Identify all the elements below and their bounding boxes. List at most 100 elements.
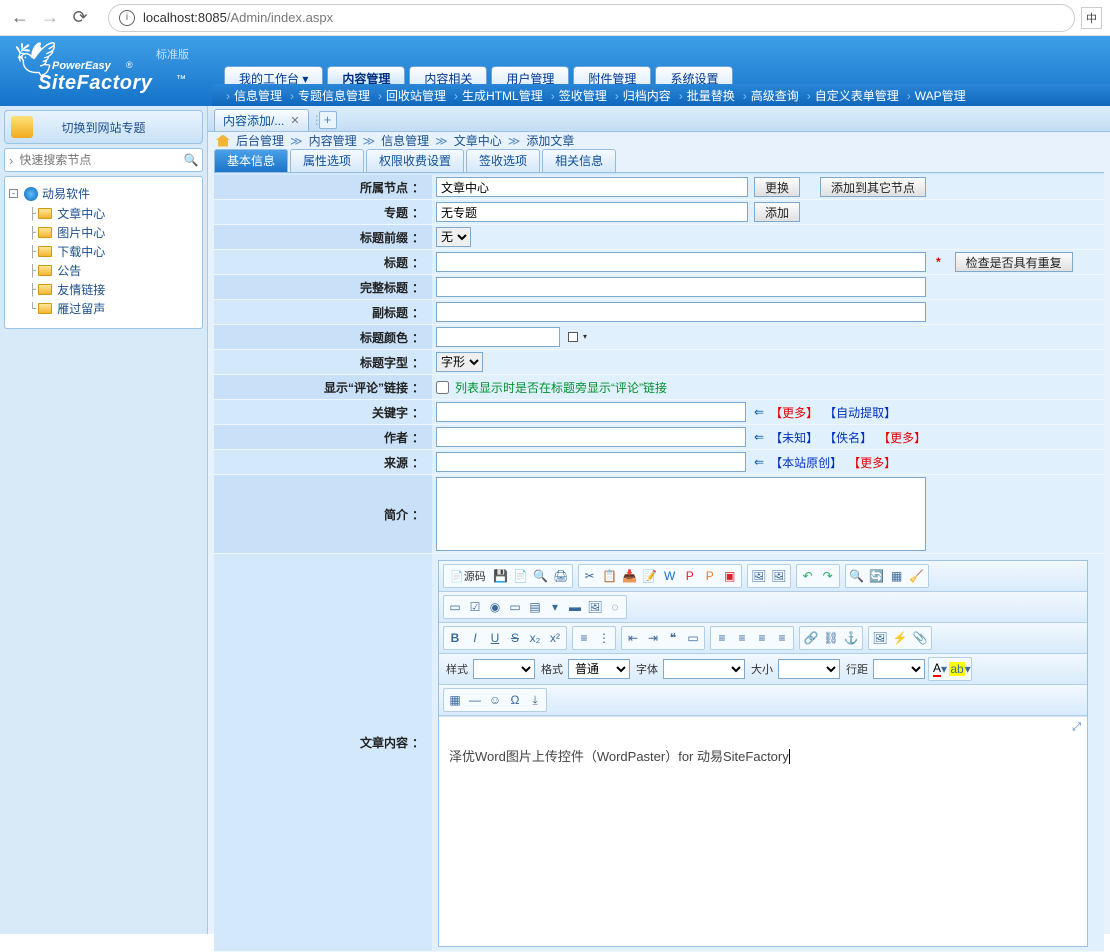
undo-icon[interactable]: ↶ <box>798 566 818 586</box>
form-icon[interactable]: ▭ <box>445 597 465 617</box>
subnav-archive[interactable]: 归档内容 <box>615 87 671 104</box>
newpage-icon[interactable]: 📄 <box>511 566 531 586</box>
paste-icon[interactable]: 📥 <box>620 566 640 586</box>
superscript-icon[interactable]: x² <box>545 628 565 648</box>
formtab-props[interactable]: 属性选项 <box>290 149 364 172</box>
outdent-icon[interactable]: ⇤ <box>623 628 643 648</box>
textcolor-icon[interactable]: A▾ <box>930 659 950 679</box>
attach-icon[interactable]: 📎 <box>910 628 930 648</box>
checkbox-show-comment[interactable] <box>436 381 449 394</box>
formtab-related[interactable]: 相关信息 <box>542 149 616 172</box>
select-font[interactable] <box>663 659 745 679</box>
subnav-batch[interactable]: 批量替换 <box>679 87 735 104</box>
reload-button[interactable]: ⟳ <box>68 6 92 30</box>
input-title-color[interactable] <box>436 327 560 347</box>
hr-icon[interactable]: — <box>465 690 485 710</box>
align-left-icon[interactable]: ≡ <box>712 628 732 648</box>
find-icon[interactable]: 🔍 <box>847 566 867 586</box>
checkbox-icon[interactable]: ☑ <box>465 597 485 617</box>
tree-item-image[interactable]: ├图片中心 <box>9 223 198 242</box>
color-picker-icon[interactable] <box>568 332 578 342</box>
paste-ppt-icon[interactable]: P <box>680 566 700 586</box>
imgbtn-icon[interactable]: 🖼 <box>585 597 605 617</box>
lang-switch[interactable]: 中 <box>1081 7 1102 29</box>
input-subtitle[interactable] <box>436 302 926 322</box>
textarea-icon[interactable]: ▤ <box>525 597 545 617</box>
btn-add-topic[interactable]: 添加 <box>754 202 800 222</box>
btn-add-other-node[interactable]: 添加到其它节点 <box>820 177 926 197</box>
clearformat-icon[interactable]: 🧹 <box>907 566 927 586</box>
emoji-icon[interactable]: ☺ <box>485 690 505 710</box>
node-search-input[interactable] <box>13 149 180 171</box>
link-icon[interactable]: 🔗 <box>801 628 821 648</box>
italic-icon[interactable]: I <box>465 628 485 648</box>
site-info-icon[interactable]: i <box>119 10 135 26</box>
link-keywords-auto[interactable]: 【自动提取】 <box>824 404 896 421</box>
textarea-intro[interactable] <box>436 477 926 551</box>
underline-icon[interactable]: U <box>485 628 505 648</box>
redo-icon[interactable]: ↷ <box>818 566 838 586</box>
home-icon[interactable] <box>216 135 230 147</box>
unlink-icon[interactable]: ⛓ <box>821 628 841 648</box>
image3-icon[interactable]: 🖼 <box>870 628 890 648</box>
link-author-unknown[interactable]: 【未知】 <box>770 429 818 446</box>
flash-icon[interactable]: ⚡ <box>890 628 910 648</box>
link-author-more[interactable]: 【更多】 <box>878 429 926 446</box>
add-tab-button[interactable]: + <box>319 111 337 129</box>
sidebar-switch-topic[interactable]: 切换到网站专题 <box>4 110 203 144</box>
paste-text-icon[interactable]: 📝 <box>640 566 660 586</box>
search-icon[interactable]: 🔍 <box>180 149 202 171</box>
subnav-recycle[interactable]: 回收站管理 <box>378 87 446 104</box>
link-source-more[interactable]: 【更多】 <box>848 454 896 471</box>
input-title[interactable] <box>436 252 926 272</box>
address-bar[interactable]: i localhost:8085/Admin/index.aspx <box>108 4 1075 32</box>
link-source-orig[interactable]: 【本站原创】 <box>770 454 842 471</box>
select-line[interactable] <box>873 659 925 679</box>
save-icon[interactable]: 💾 <box>491 566 511 586</box>
crumb-item[interactable]: 内容管理 <box>309 132 357 149</box>
tree-item-links[interactable]: ├友情链接 <box>9 280 198 299</box>
paste-pdf-icon[interactable]: ▣ <box>720 566 740 586</box>
paste-word-icon[interactable]: W <box>660 566 680 586</box>
subnav-wap[interactable]: WAP管理 <box>907 87 966 104</box>
select-title-prefix[interactable]: 无 <box>436 227 471 247</box>
tree-item-guest[interactable]: └雁过留声 <box>9 299 198 318</box>
align-center-icon[interactable]: ≡ <box>732 628 752 648</box>
subnav-customform[interactable]: 自定义表单管理 <box>807 87 899 104</box>
image-icon[interactable]: 🖼 <box>749 566 769 586</box>
image2-icon[interactable]: 🖼 <box>769 566 789 586</box>
paste-ppt2-icon[interactable]: P <box>700 566 720 586</box>
special-icon[interactable]: Ω <box>505 690 525 710</box>
numlist-icon[interactable]: ≡ <box>574 628 594 648</box>
btn-check-duplicate[interactable]: 检查是否具有重复 <box>955 252 1073 272</box>
link-author-alias[interactable]: 【佚名】 <box>824 429 872 446</box>
indent-icon[interactable]: ⇥ <box>643 628 663 648</box>
forward-button[interactable]: → <box>38 6 62 30</box>
anchor-icon[interactable]: ⚓ <box>841 628 861 648</box>
bullist-icon[interactable]: ⋮ <box>594 628 614 648</box>
editor-body[interactable]: 泽优Word图片上传控件（WordPaster）for 动易SiteFactor… <box>439 736 1087 946</box>
subnav-adv-search[interactable]: 高级查询 <box>743 87 799 104</box>
crumb-item[interactable]: 后台管理 <box>236 132 284 149</box>
pagebreak-icon[interactable]: ⤓ <box>525 690 545 710</box>
radio-icon[interactable]: ◉ <box>485 597 505 617</box>
select-icon[interactable]: ▾ <box>545 597 565 617</box>
input-source[interactable] <box>436 452 746 472</box>
align-right-icon[interactable]: ≡ <box>752 628 772 648</box>
select-title-font[interactable]: 字形 <box>436 352 483 372</box>
cut-icon[interactable]: ✂ <box>580 566 600 586</box>
tree-root[interactable]: - 动易软件 <box>9 183 198 204</box>
quote-icon[interactable]: ❝ <box>663 628 683 648</box>
subnav-topic[interactable]: 专题信息管理 <box>290 87 370 104</box>
input-topic[interactable] <box>436 202 748 222</box>
expand-icon[interactable]: ⤢ <box>1072 721 1081 733</box>
strike-icon[interactable]: S <box>505 628 525 648</box>
selectall-icon[interactable]: ▦ <box>887 566 907 586</box>
preview-icon[interactable]: 🔍 <box>531 566 551 586</box>
formtab-basic[interactable]: 基本信息 <box>214 149 288 172</box>
text-icon[interactable]: ▭ <box>505 597 525 617</box>
input-keywords[interactable] <box>436 402 746 422</box>
hidden-icon[interactable]: ◌ <box>605 597 625 617</box>
formtab-sign[interactable]: 签收选项 <box>466 149 540 172</box>
formtab-permission[interactable]: 权限收费设置 <box>366 149 464 172</box>
